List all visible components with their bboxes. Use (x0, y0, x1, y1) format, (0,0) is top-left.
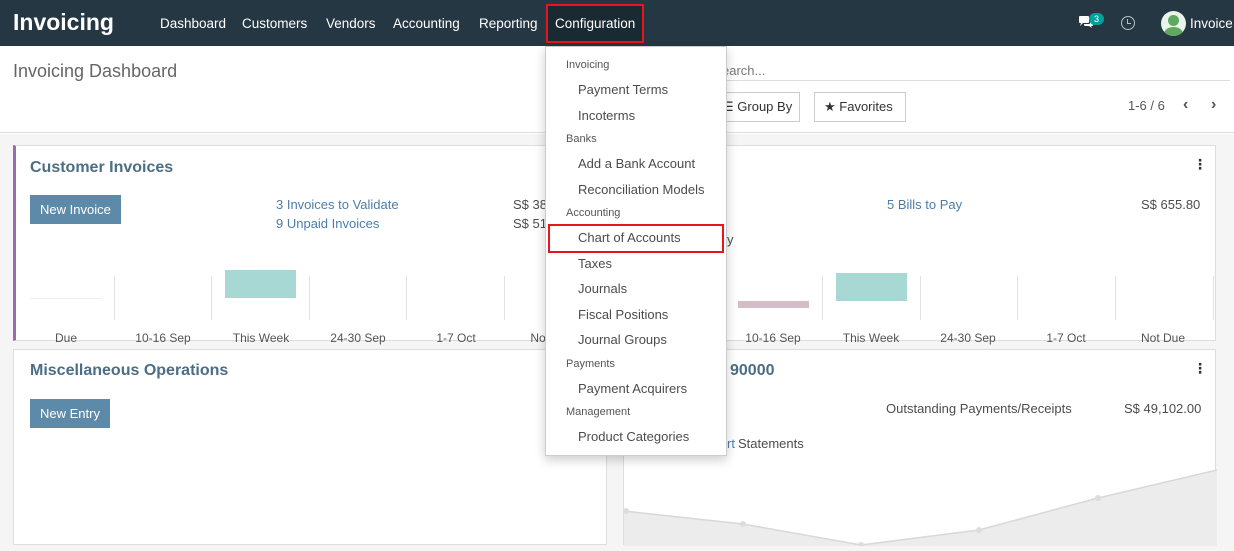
graph-point (858, 542, 864, 546)
misc-operations-card: Miscellaneous Operations New Entry (13, 349, 607, 545)
statements-link[interactable]: rt (727, 436, 735, 451)
bank-card-menu-icon[interactable]: ⋮ (1193, 360, 1207, 377)
validate-amount: S$ 38 (513, 197, 547, 212)
menu-item-journals[interactable]: Journals (578, 281, 627, 296)
menu-item-payment-acquirers[interactable]: Payment Acquirers (578, 381, 687, 396)
nav-customers[interactable]: Customers (242, 16, 307, 31)
graph-label: This Week (232, 331, 290, 345)
menu-item-taxes[interactable]: Taxes (578, 256, 612, 271)
menu-item-add-bank-account[interactable]: Add a Bank Account (578, 156, 695, 171)
app-brand[interactable]: Invoicing (13, 9, 114, 36)
invoices-to-validate-link[interactable]: 3 Invoices to Validate (276, 197, 399, 212)
graph-divider (1213, 276, 1214, 320)
graph-label: 1-7 Oct (1046, 331, 1086, 345)
nav-dashboard[interactable]: Dashboard (160, 16, 226, 31)
pager-prev-icon[interactable]: ‹ (1183, 97, 1188, 113)
graph-point (1095, 495, 1101, 501)
graph-divider (1017, 276, 1018, 320)
graph-label: Due (54, 331, 77, 345)
nav-vendors[interactable]: Vendors (326, 16, 376, 31)
dd-header-invoicing: Invoicing (566, 59, 610, 71)
graph-divider (406, 276, 407, 320)
vendor-partial-text: y (727, 232, 734, 247)
new-invoice-button[interactable]: New Invoice (30, 195, 121, 224)
favorites-label: Favorites (839, 99, 893, 114)
menu-item-incoterms[interactable]: Incoterms (578, 108, 635, 123)
user-avatar[interactable] (1161, 11, 1186, 36)
outstanding-amount: S$ 49,102.00 (1124, 401, 1202, 416)
search-underline (700, 80, 1230, 81)
graph-point (976, 527, 982, 533)
nav-accounting[interactable]: Accounting (393, 16, 460, 31)
statements-text: Statements (738, 436, 804, 451)
new-entry-button[interactable]: New Entry (30, 399, 110, 428)
search-input[interactable]: earch... (722, 63, 765, 78)
vendor-card-menu-icon[interactable]: ⋮ (1193, 156, 1207, 173)
menu-item-reconciliation-models[interactable]: Reconciliation Models (578, 182, 704, 197)
activity-clock-icon[interactable] (1121, 16, 1135, 30)
graph-baseline (30, 298, 102, 299)
graph-label: Not Due (1140, 331, 1186, 345)
bank-balance-graph (624, 469, 1217, 546)
graph-label: 10-16 Sep (745, 331, 801, 345)
customer-invoices-card: Customer Invoices New Invoice 3 Invoices… (13, 145, 608, 345)
pager-next-icon[interactable]: › (1211, 97, 1216, 113)
misc-operations-title[interactable]: Miscellaneous Operations (30, 362, 228, 380)
graph-divider (211, 276, 212, 320)
menu-item-journal-groups[interactable]: Journal Groups (578, 332, 667, 347)
graph-bar-10-16-sep[interactable] (738, 301, 809, 308)
menu-item-payment-terms[interactable]: Payment Terms (578, 82, 668, 97)
bank-title[interactable]: 90000 (730, 362, 775, 380)
favorites-button[interactable]: ★ Favorites (814, 92, 906, 122)
graph-bar-this-week[interactable] (225, 270, 296, 298)
star-icon: ★ (824, 99, 836, 114)
top-navbar: Invoicing Dashboard Customers Vendors Ac… (0, 0, 1234, 46)
page-title: Invoicing Dashboard (13, 61, 178, 81)
menu-item-chart-of-accounts[interactable]: Chart of Accounts (578, 230, 681, 245)
graph-divider (920, 276, 921, 320)
unpaid-amount: S$ 51 (513, 216, 547, 231)
unpaid-invoices-link[interactable]: 9 Unpaid Invoices (276, 216, 379, 231)
graph-label: 24-30 Sep (330, 331, 386, 345)
outstanding-label: Outstanding Payments/Receipts (886, 401, 1072, 416)
graph-label: 10-16 Sep (135, 331, 191, 345)
bills-amount: S$ 655.80 (1141, 197, 1201, 212)
graph-bar-this-week[interactable] (836, 273, 907, 301)
graph-divider (114, 276, 115, 320)
dd-header-accounting: Accounting (566, 207, 621, 219)
group-by-label: Group By (737, 99, 793, 114)
configuration-dropdown: Invoicing Payment Terms Incoterms Banks … (545, 46, 727, 456)
bills-to-pay-link[interactable]: 5 Bills to Pay (887, 197, 962, 212)
messages-badge: 3 (1089, 13, 1105, 25)
menu-item-product-categories[interactable]: Product Categories (578, 429, 689, 444)
customer-invoices-title[interactable]: Customer Invoices (30, 159, 173, 177)
graph-label: 24-30 Sep (940, 331, 996, 345)
dd-header-payments: Payments (566, 358, 615, 370)
nav-configuration-label: Configuration (555, 16, 636, 31)
dd-header-management: Management (566, 406, 631, 418)
nav-configuration[interactable]: Configuration (546, 4, 644, 43)
dd-header-banks: Banks (566, 133, 597, 145)
pager-value[interactable]: 1-6 / 6 (1128, 98, 1165, 113)
menu-item-fiscal-positions[interactable]: Fiscal Positions (578, 307, 668, 322)
graph-point (740, 521, 746, 527)
nav-reporting[interactable]: Reporting (479, 16, 538, 31)
graph-divider (504, 276, 505, 320)
graph-divider (822, 276, 823, 320)
user-name[interactable]: Invoice (1190, 16, 1233, 31)
graph-label: This Week (842, 331, 900, 345)
graph-divider (309, 276, 310, 320)
graph-divider (1115, 276, 1116, 320)
